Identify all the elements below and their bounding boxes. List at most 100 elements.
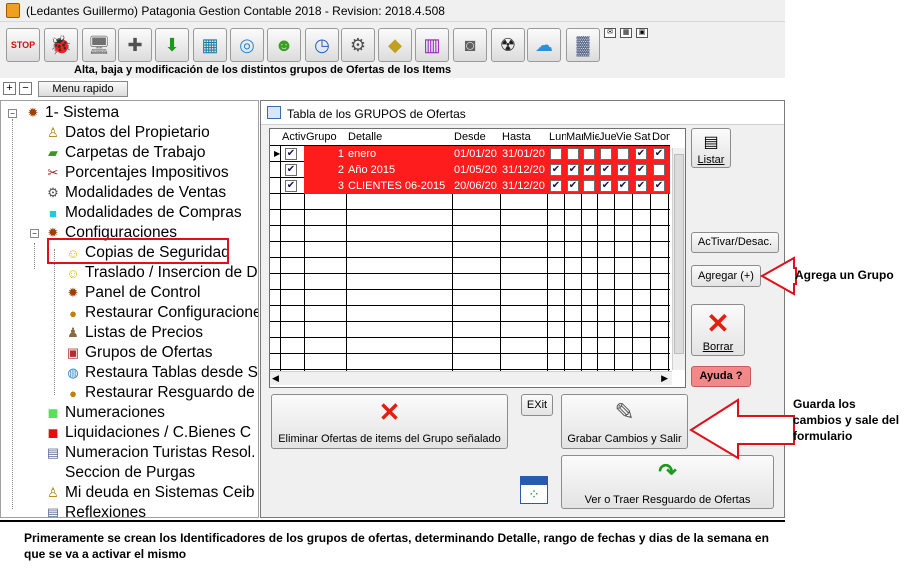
tree-item[interactable]: ▤ Numeracion Turistas Resol. [45, 443, 256, 463]
ofertas-grid[interactable]: ActivGrupoDetalleDesdeHastaLunMarMieJueV… [269, 128, 686, 388]
menu-rapido-button[interactable]: Menu rapido [38, 81, 128, 97]
resguardo-button[interactable]: ↷ Ver o Traer Resguardo de Ofertas [561, 455, 774, 509]
tree-item[interactable]: ✹ 1- Sistema [25, 103, 120, 123]
gears-icon-button[interactable]: ⚙ [341, 28, 375, 62]
tree-item[interactable]: ☺ Traslado / Insercion de D [65, 263, 257, 283]
grid-horizontal-scrollbar[interactable]: ◀ ▶ [270, 371, 672, 385]
table-cell-desde[interactable]: 01/01/201 [454, 146, 498, 162]
activ-checkbox[interactable] [285, 148, 297, 160]
table-cell-grupo[interactable]: 2 [306, 162, 344, 178]
day-checkbox[interactable] [550, 180, 562, 192]
table-cell-desde[interactable]: 01/05/201 [454, 162, 498, 178]
column-header[interactable]: Sat [634, 129, 652, 145]
tree-item[interactable]: ⚙ Modalidades de Ventas [45, 183, 226, 203]
day-checkbox[interactable] [550, 164, 562, 176]
grabar-cambios-button[interactable]: ✎ Grabar Cambios y Salir [561, 394, 688, 449]
bar-chart-icon-button[interactable]: ▥ [415, 28, 449, 62]
agregar-button[interactable]: Agregar (+) [691, 265, 761, 287]
scrollbar-thumb[interactable] [674, 154, 684, 354]
tree-item[interactable]: ♙ Mi deuda en Sistemas Ceib [45, 483, 254, 503]
day-checkbox[interactable] [617, 148, 629, 160]
grid-small-icon[interactable]: ▦ [620, 28, 632, 38]
column-header[interactable]: Activ [282, 129, 306, 145]
table-cell-detalle[interactable]: enero [348, 146, 450, 162]
listar-button[interactable]: ▤ Listar [691, 128, 731, 168]
day-checkbox[interactable] [567, 148, 579, 160]
column-header[interactable]: Jue [599, 129, 616, 145]
mail-icon[interactable]: ✉ [604, 28, 616, 38]
tree-item[interactable]: ◍ Restaura Tablas desde S [65, 363, 258, 383]
tree-item[interactable]: ▣ Grupos de Ofertas [65, 343, 213, 363]
day-checkbox[interactable] [600, 180, 612, 192]
table-cell-detalle[interactable]: Año 2015 [348, 162, 450, 178]
activar-desactivar-button[interactable]: AcTivar/Desac. [691, 232, 779, 253]
day-checkbox[interactable] [653, 164, 665, 176]
computer-icon-button[interactable]: 🖥 [82, 28, 116, 62]
tree-item[interactable]: Seccion de Purgas [45, 463, 195, 483]
day-checkbox[interactable] [600, 164, 612, 176]
day-checkbox[interactable] [600, 148, 612, 160]
column-header[interactable]: Grupo [306, 129, 348, 145]
day-checkbox[interactable] [567, 164, 579, 176]
calculator-icon-button[interactable]: ▦ [193, 28, 227, 62]
exit-button[interactable]: EXit [521, 394, 553, 416]
day-checkbox[interactable] [567, 180, 579, 192]
column-header[interactable]: Hasta [502, 129, 549, 145]
table-cell-hasta[interactable]: 31/12/20 [502, 178, 545, 194]
grid-vertical-scrollbar[interactable] [672, 148, 685, 370]
table-cell-grupo[interactable]: 1 [306, 146, 344, 162]
tree-item[interactable]: ■ Liquidaciones / C.Bienes C [45, 423, 252, 443]
day-checkbox[interactable] [653, 148, 665, 160]
activ-checkbox[interactable] [285, 164, 297, 176]
cloud-icon-button[interactable]: ☁ [527, 28, 561, 62]
table-cell-hasta[interactable]: 31/01/20 [502, 146, 545, 162]
navigation-tree[interactable]: − − ✹ 1- Sistema ♙ Datos del Propietario ▰ Ca… [0, 100, 259, 518]
tree-item[interactable]: ▤ Reflexiones [45, 503, 146, 517]
collapse-toggle[interactable]: − [30, 229, 39, 238]
globe-icon-button[interactable]: ◎ [230, 28, 264, 62]
scroll-left-icon[interactable]: ◀ [272, 373, 279, 384]
column-header[interactable]: Vie [616, 129, 634, 145]
tree-item[interactable]: ♙ Datos del Propietario [45, 123, 210, 143]
eliminar-ofertas-button[interactable]: ✕ Eliminar Ofertas de items del Grupo se… [271, 394, 508, 449]
tree-item[interactable]: ■ Numeraciones [45, 403, 165, 423]
table-cell-hasta[interactable]: 31/12/20 [502, 162, 545, 178]
expand-all-button[interactable]: + [3, 82, 16, 95]
day-checkbox[interactable] [617, 180, 629, 192]
day-checkbox[interactable] [635, 148, 647, 160]
day-checkbox[interactable] [653, 180, 665, 192]
day-checkbox[interactable] [635, 164, 647, 176]
bug-icon-button[interactable]: 🐞 [44, 28, 78, 62]
tree-item[interactable]: ✹ Panel de Control [65, 283, 201, 303]
day-checkbox[interactable] [583, 180, 595, 192]
day-checkbox[interactable] [617, 164, 629, 176]
radiation-icon-button[interactable]: ☢ [491, 28, 525, 62]
column-header[interactable]: Mar [566, 129, 583, 145]
day-checkbox[interactable] [635, 180, 647, 192]
day-checkbox[interactable] [583, 164, 595, 176]
user-icon-button[interactable]: ☻ [267, 28, 301, 62]
clock-icon-button[interactable]: ◷ [305, 28, 339, 62]
collapse-all-button[interactable]: − [19, 82, 32, 95]
table-cell-grupo[interactable]: 3 [306, 178, 344, 194]
tree-item[interactable]: ▰ Carpetas de Trabajo [45, 143, 205, 163]
table-cell-desde[interactable]: 20/06/201 [454, 178, 498, 194]
column-header[interactable]: Lun [549, 129, 566, 145]
table-cell-detalle[interactable]: CLIENTES 06-2015 [348, 178, 450, 194]
puzzle-icon-button[interactable]: ✚ [118, 28, 152, 62]
column-header[interactable]: Mie [583, 129, 599, 145]
day-checkbox[interactable] [550, 148, 562, 160]
safe-icon-button[interactable]: ◙ [453, 28, 487, 62]
photo-icon-button[interactable]: ▓ [566, 28, 600, 62]
tree-item[interactable]: ● Restaurar Resguardo de [65, 383, 255, 403]
ayuda-button[interactable]: Ayuda ? [691, 366, 751, 387]
stop-icon-button[interactable]: STOP [6, 28, 40, 62]
import-arrow-icon-button[interactable]: ⬇ [155, 28, 189, 62]
tag-icon-button[interactable]: ◆ [378, 28, 412, 62]
borrar-button[interactable]: ✕ Borrar [691, 304, 745, 356]
window-small-icon[interactable]: ▣ [636, 28, 648, 38]
activ-checkbox[interactable] [285, 180, 297, 192]
day-checkbox[interactable] [583, 148, 595, 160]
tree-item[interactable]: ♟ Listas de Precios [65, 323, 203, 343]
scroll-right-icon[interactable]: ▶ [661, 373, 668, 384]
